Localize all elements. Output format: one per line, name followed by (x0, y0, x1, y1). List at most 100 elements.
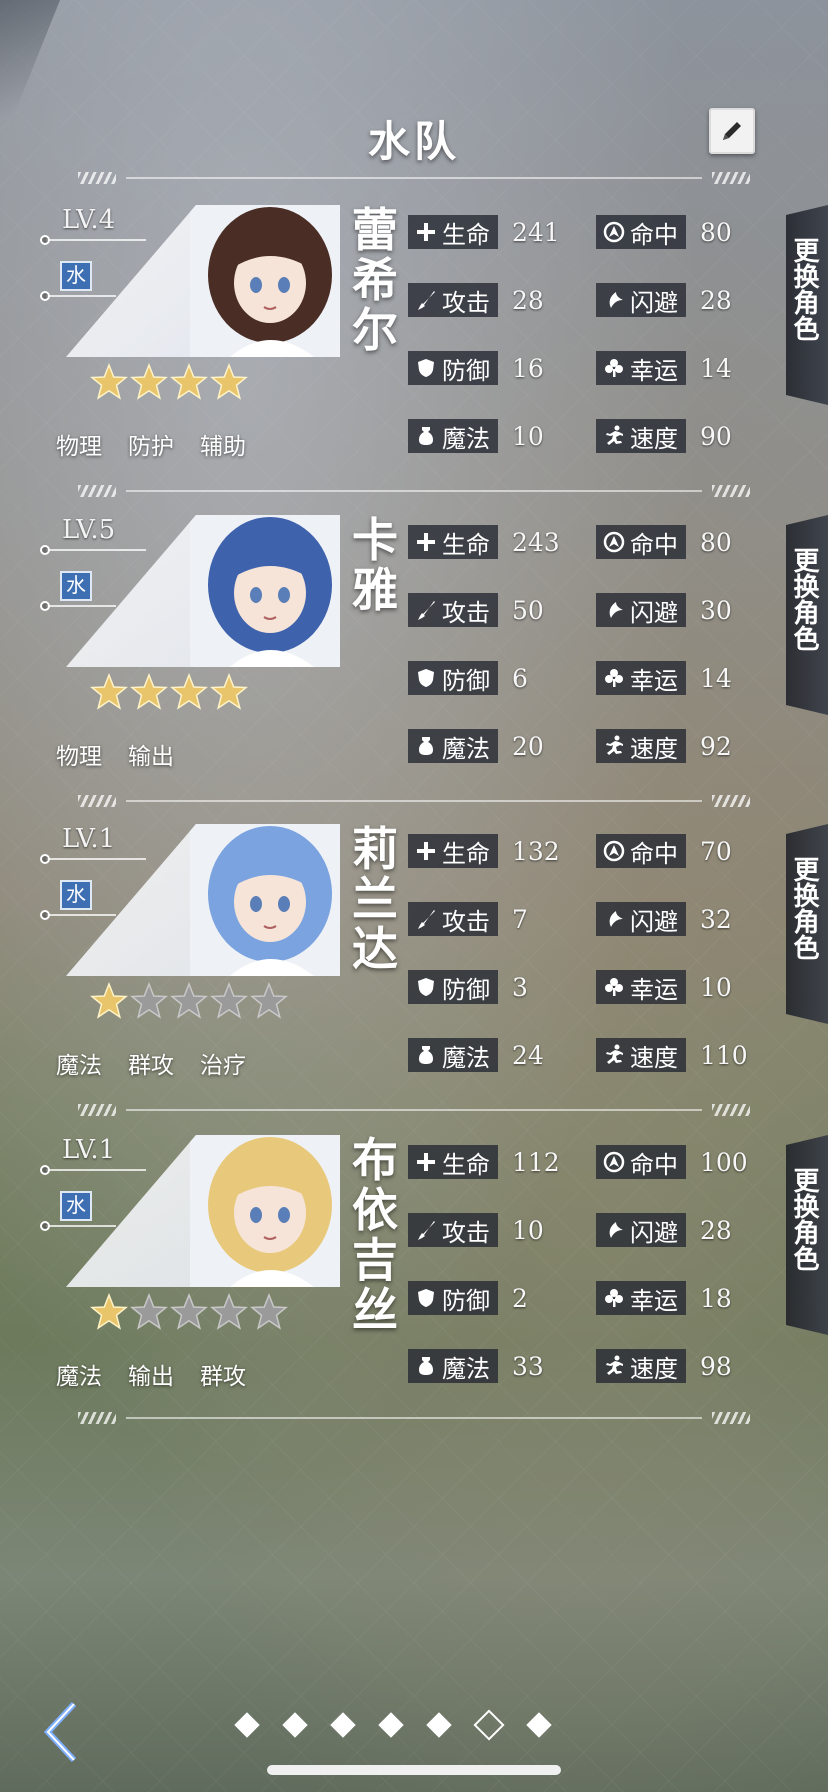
star-empty-icon (130, 1293, 168, 1330)
crosshair-icon (603, 221, 625, 243)
stat-label: 命中 (596, 834, 686, 868)
stat-label: 生命 (408, 215, 498, 249)
stat-label-text: 防御 (442, 356, 490, 385)
stat-label: 速度 (596, 1038, 686, 1072)
clover-icon (605, 1289, 623, 1307)
stat-label: 幸运 (596, 1281, 686, 1315)
stat-value: 80 (700, 527, 732, 557)
clover-icon (605, 359, 623, 377)
character-card: LV.4 水物理 防护 辅助 蕾希尔 生命 241 命中 80 攻击 28 闪避 28 防御 16 幸运 14 魔… (0, 205, 828, 515)
stat-label: 速度 (596, 1349, 686, 1383)
stat-label: 速度 (596, 419, 686, 453)
stat-mag: 魔法 20 (408, 729, 544, 763)
role-tags: 魔法 输出 群攻 (56, 1357, 246, 1391)
stat-label-text: 防御 (442, 975, 490, 1004)
edit-team-button[interactable] (709, 108, 755, 154)
page-dot-active[interactable] (473, 1709, 505, 1741)
swap-character-button[interactable]: 更换角色 (786, 515, 828, 715)
star-empty-icon (170, 982, 208, 1019)
decorative-dot (40, 854, 50, 864)
swap-character-label: 更换角色 (789, 1167, 819, 1271)
stat-hit: 命中 100 (596, 1145, 748, 1179)
potion-icon (419, 1357, 433, 1375)
stat-value: 90 (700, 421, 732, 451)
decorative-line (46, 605, 116, 607)
role-tag: 群攻 (200, 1364, 246, 1390)
stat-label: 幸运 (596, 351, 686, 385)
stat-hp: 生命 132 (408, 834, 560, 868)
stat-value: 10 (512, 421, 544, 451)
stat-label: 攻击 (408, 902, 498, 936)
stat-value: 243 (512, 527, 560, 557)
page-dot[interactable] (526, 1712, 552, 1738)
star-rating (90, 982, 288, 1022)
home-indicator (267, 1765, 561, 1775)
star-empty-icon (210, 982, 248, 1019)
page-dot[interactable] (282, 1712, 308, 1738)
stat-label-text: 魔法 (442, 734, 490, 763)
stat-value: 14 (700, 353, 732, 383)
dodge-icon (609, 911, 623, 927)
plus-icon (417, 223, 435, 241)
character-name: 莉兰达 (352, 822, 398, 976)
swap-character-button[interactable]: 更换角色 (786, 824, 828, 1024)
star-rating (90, 673, 248, 713)
section-divider (78, 1104, 750, 1116)
plus-icon (417, 1153, 435, 1171)
stat-label-text: 生命 (442, 530, 490, 559)
dodge-icon (609, 292, 623, 308)
star-filled-icon (210, 673, 248, 710)
back-button[interactable] (40, 1700, 80, 1764)
role-tag: 魔法 (56, 1053, 102, 1079)
stat-label-text: 命中 (630, 220, 678, 249)
header: 水队 (0, 0, 828, 190)
role-tag: 输出 (128, 744, 174, 770)
stat-value: 98 (700, 1351, 732, 1381)
stat-hp: 生命 241 (408, 215, 560, 249)
stat-atk: 攻击 7 (408, 902, 528, 936)
chevron-left-icon (43, 1701, 77, 1763)
page-dot[interactable] (426, 1712, 452, 1738)
potion-icon (419, 737, 433, 755)
runner-icon (606, 425, 623, 445)
decorative-line (46, 1225, 116, 1227)
character-name: 卡雅 (352, 513, 398, 617)
stat-value: 24 (512, 1040, 544, 1070)
decorative-dot (40, 910, 50, 920)
stat-value: 7 (512, 904, 528, 934)
element-badge: 水 (60, 571, 92, 601)
role-tag: 辅助 (200, 434, 246, 460)
page-title: 水队 (367, 117, 460, 166)
stat-label: 魔法 (408, 419, 498, 453)
decorative-dot (40, 235, 50, 245)
stat-mag: 魔法 24 (408, 1038, 544, 1072)
star-filled-icon (90, 982, 128, 1019)
page-dot[interactable] (330, 1712, 356, 1738)
stat-label: 幸运 (596, 970, 686, 1004)
character-level: LV.5 (62, 515, 116, 545)
swap-character-button[interactable]: 更换角色 (786, 205, 828, 405)
stat-def: 防御 16 (408, 351, 544, 385)
stat-atk: 攻击 50 (408, 593, 544, 627)
stat-def: 防御 2 (408, 1281, 528, 1315)
stat-label-text: 魔法 (442, 424, 490, 453)
stat-label: 生命 (408, 834, 498, 868)
swap-character-label: 更换角色 (789, 237, 819, 341)
stat-label-text: 闪避 (630, 1218, 678, 1247)
role-tag: 治疗 (200, 1053, 246, 1079)
star-rating (90, 1293, 288, 1333)
swap-character-button[interactable]: 更换角色 (786, 1135, 828, 1335)
character-card: LV.5 水物理 输出 卡雅 生命 243 命中 80 攻击 50 闪避 30 防御 6 幸运 14 魔法 20 速… (0, 515, 828, 825)
stat-label-text: 防御 (442, 666, 490, 695)
page-dot[interactable] (378, 1712, 404, 1738)
stat-value: 110 (700, 1040, 748, 1070)
stat-value: 112 (512, 1147, 560, 1177)
page-dot[interactable] (234, 1712, 260, 1738)
stat-label-text: 闪避 (630, 288, 678, 317)
runner-icon (606, 1044, 623, 1064)
stat-label-text: 幸运 (630, 975, 678, 1004)
sword-icon (418, 291, 435, 310)
decorative-dot (40, 291, 50, 301)
stat-value: 18 (700, 1283, 732, 1313)
stat-label: 闪避 (596, 593, 686, 627)
